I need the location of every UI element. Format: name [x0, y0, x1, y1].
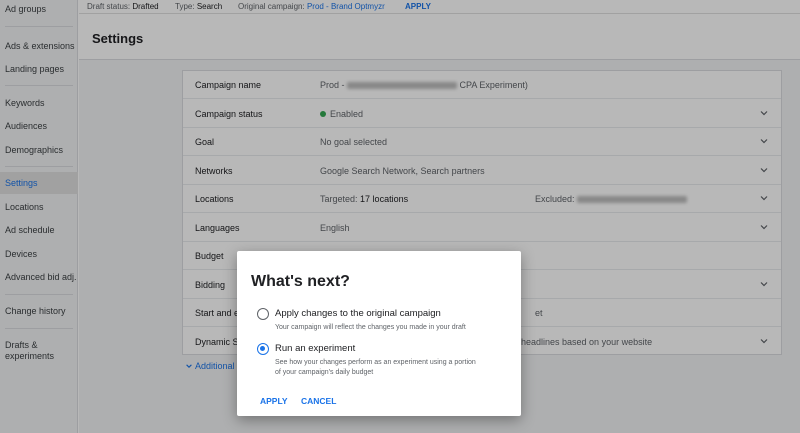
option-run-experiment-desc: See how your changes perform as an exper… [275, 359, 476, 376]
dialog-title: What's next? [251, 273, 350, 290]
option-apply-changes-label[interactable]: Apply changes to the original campaign [275, 308, 441, 319]
radio-run-experiment[interactable] [257, 343, 269, 355]
whats-next-dialog: What's next? Apply changes to the origin… [237, 251, 521, 416]
option-apply-changes-desc: Your campaign will reflect the changes y… [275, 324, 466, 331]
dialog-apply-button[interactable]: APPLY [260, 396, 288, 406]
option-run-experiment-label[interactable]: Run an experiment [275, 343, 355, 354]
dialog-cancel-button[interactable]: CANCEL [301, 396, 336, 406]
radio-apply-changes[interactable] [257, 308, 269, 320]
